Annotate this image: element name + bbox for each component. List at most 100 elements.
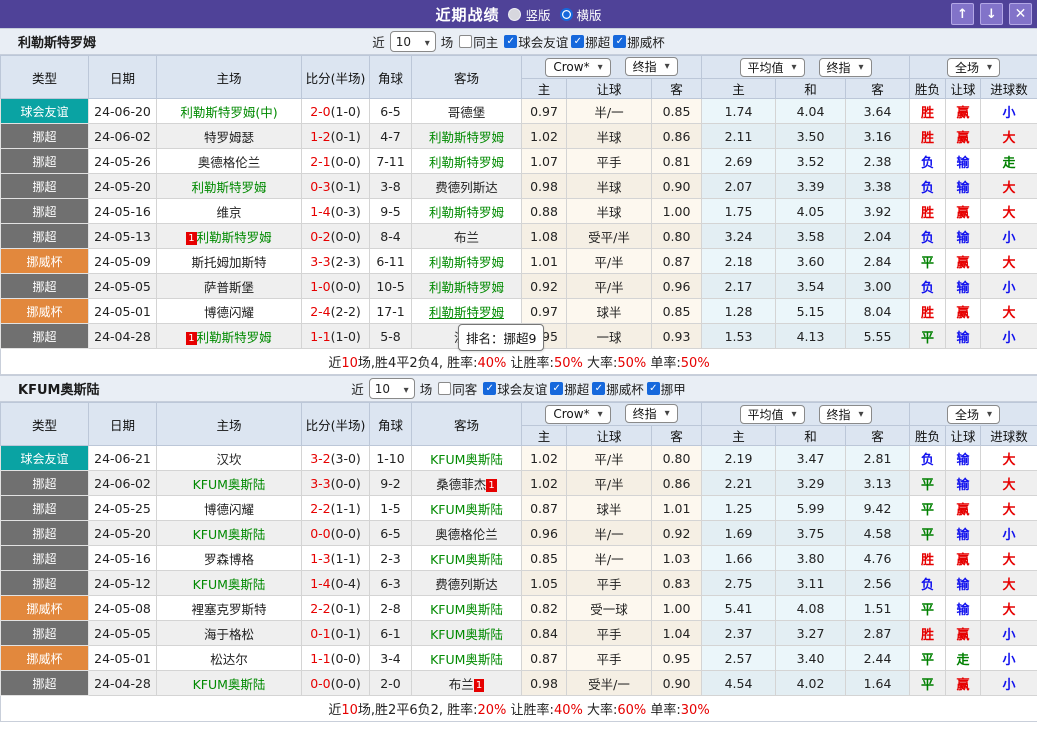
match-score: 1-4(0-4) xyxy=(301,570,370,596)
same-venue-checkbox[interactable]: 同主 xyxy=(459,32,498,51)
result-handicap: 输 xyxy=(945,173,982,199)
avg-home-odds: 1.53 xyxy=(701,323,777,349)
away-team-cell[interactable]: 利勒斯特罗姆 xyxy=(411,198,522,224)
league-checkbox[interactable]: 球会友谊 xyxy=(483,379,547,398)
games-label: 场 xyxy=(419,382,433,397)
away-team-cell[interactable]: 利勒斯特罗姆 xyxy=(411,248,522,274)
final-odds-select[interactable]: 终指 xyxy=(624,57,678,77)
home-team-cell[interactable]: KFUM奥斯陆 xyxy=(156,520,302,546)
away-team-cell[interactable]: KFUM奥斯陆 xyxy=(411,595,522,621)
home-team-cell[interactable]: 1 利勒斯特罗姆 xyxy=(156,223,302,249)
same-venue-checkbox[interactable]: 同客 xyxy=(438,379,477,398)
result-handicap: 输 xyxy=(945,148,982,174)
handicap-line: 半/一 xyxy=(566,520,652,546)
handicap-home-odds: 0.87 xyxy=(521,645,567,671)
home-team-cell[interactable]: KFUM奥斯陆 xyxy=(156,570,302,596)
home-team-cell[interactable]: KFUM奥斯陆 xyxy=(156,470,302,496)
corner-score: 6-5 xyxy=(369,520,412,546)
match-date: 24-05-05 xyxy=(88,620,157,646)
away-team-cell[interactable]: 利勒斯特罗姆 xyxy=(411,148,522,174)
home-team-cell[interactable]: 特罗姆瑟 xyxy=(156,123,302,149)
col-home: 主场 xyxy=(156,402,302,446)
home-team-cell[interactable]: KFUM奥斯陆 xyxy=(156,670,302,696)
corner-score: 4-7 xyxy=(369,123,412,149)
match-date: 24-05-20 xyxy=(88,173,157,199)
fulltime-score: 2-0 xyxy=(310,103,331,119)
radio-vertical-label: 竖版 xyxy=(525,7,551,23)
result-handicap: 赢 xyxy=(945,198,982,224)
away-team-cell[interactable]: 利勒斯特罗姆 xyxy=(411,298,522,324)
away-team-cell[interactable]: 费德列斯达 xyxy=(411,173,522,199)
away-team-cell[interactable]: 奥德格伦兰 xyxy=(411,520,522,546)
checkbox-checked-icon xyxy=(550,382,564,396)
away-team-cell[interactable]: KFUM奥斯陆 xyxy=(411,545,522,571)
league-checkbox[interactable]: 挪甲 xyxy=(646,379,686,398)
move-down-button[interactable] xyxy=(980,3,1003,25)
match-score: 2-1(0-0) xyxy=(301,148,370,174)
result-goals: 走 xyxy=(980,148,1037,174)
odds-source-select[interactable]: Crow* xyxy=(545,57,611,77)
sub-avg-away: 客 xyxy=(845,425,911,446)
away-team-cell[interactable]: 哥德堡 xyxy=(411,98,522,124)
home-team-cell[interactable]: 利勒斯特罗姆(中) xyxy=(156,98,302,124)
away-team-cell[interactable]: 布兰 xyxy=(411,223,522,249)
home-team-cell[interactable]: 海于格松 xyxy=(156,620,302,646)
league-checkbox[interactable]: 挪威杯 xyxy=(613,32,665,51)
result-winloss: 胜 xyxy=(909,620,947,646)
league-checkbox[interactable]: 挪超 xyxy=(550,379,589,398)
handicap-away-odds: 0.83 xyxy=(650,570,703,596)
home-team-cell[interactable]: 博德闪耀 xyxy=(156,495,302,521)
home-team-cell[interactable]: 博德闪耀 xyxy=(156,298,302,324)
home-team-cell[interactable]: 奥德格伦兰 xyxy=(156,148,302,174)
home-team-cell[interactable]: 斯托姆加斯特 xyxy=(156,248,302,274)
league-checkbox[interactable]: 挪超 xyxy=(571,32,610,51)
league-checkbox[interactable]: 球会友谊 xyxy=(504,32,568,51)
away-team-cell[interactable]: KFUM奥斯陆 xyxy=(411,445,522,471)
col-score: 比分(半场) xyxy=(301,55,370,99)
match-date: 24-05-09 xyxy=(88,248,157,274)
handicap-home-odds: 0.97 xyxy=(521,98,567,124)
result-handicap: 输 xyxy=(945,570,982,596)
checkbox-unchecked-icon xyxy=(438,382,452,395)
final-avg-select[interactable]: 终指 xyxy=(818,404,872,424)
col-away: 客场 xyxy=(411,402,522,446)
avg-home-odds: 1.69 xyxy=(701,520,777,546)
home-team-cell[interactable]: 汉坎 xyxy=(156,445,302,471)
summary-segment: 近 xyxy=(328,703,342,718)
odds-source-select[interactable]: Crow* xyxy=(545,404,611,424)
league-checkbox[interactable]: 挪威杯 xyxy=(592,379,644,398)
away-team-cell[interactable]: 利勒斯特罗姆 xyxy=(411,123,522,149)
result-winloss: 胜 xyxy=(909,545,947,571)
home-team-cell[interactable]: 1 利勒斯特罗姆 xyxy=(156,323,302,349)
move-up-button[interactable] xyxy=(951,3,974,25)
match-count-select[interactable]: 10 xyxy=(368,378,415,399)
handicap-away-odds: 0.95 xyxy=(650,645,703,671)
final-avg-select[interactable]: 终指 xyxy=(818,57,872,77)
final-odds-select[interactable]: 终指 xyxy=(624,404,678,424)
away-team-cell[interactable]: 利勒斯特罗姆 xyxy=(411,273,522,299)
away-team-cell[interactable]: 费德列斯达 xyxy=(411,570,522,596)
handicap-away-odds: 1.00 xyxy=(650,198,703,224)
home-team-cell[interactable]: 萨普斯堡 xyxy=(156,273,302,299)
rank-badge: 1 xyxy=(486,478,497,492)
layout-radio-vertical[interactable]: 竖版 xyxy=(508,5,551,24)
layout-radio-horizontal[interactable]: 横版 xyxy=(559,5,602,24)
col-corner: 角球 xyxy=(369,402,412,446)
fulltime-select[interactable]: 全场 xyxy=(947,57,1001,77)
home-team-cell[interactable]: 裡塞克罗斯特 xyxy=(156,595,302,621)
home-team-cell[interactable]: 松达尔 xyxy=(156,645,302,671)
away-team-cell[interactable]: KFUM奥斯陆 xyxy=(411,620,522,646)
away-team-cell[interactable]: KFUM奥斯陆 xyxy=(411,495,522,521)
home-team-cell[interactable]: 维京 xyxy=(156,198,302,224)
average-select[interactable]: 平均值 xyxy=(739,57,805,77)
home-team-cell[interactable]: 利勒斯特罗姆 xyxy=(156,173,302,199)
close-button[interactable] xyxy=(1009,3,1032,25)
handicap-away-odds: 1.01 xyxy=(650,495,703,521)
match-count-select[interactable]: 10 xyxy=(389,31,436,52)
away-team-cell[interactable]: 桑德菲杰 1 xyxy=(411,470,522,496)
away-team-cell[interactable]: 布兰 1 xyxy=(411,670,522,696)
average-select[interactable]: 平均值 xyxy=(739,404,805,424)
home-team-cell[interactable]: 罗森博格 xyxy=(156,545,302,571)
away-team-cell[interactable]: KFUM奥斯陆 xyxy=(411,645,522,671)
fulltime-select[interactable]: 全场 xyxy=(947,404,1001,424)
